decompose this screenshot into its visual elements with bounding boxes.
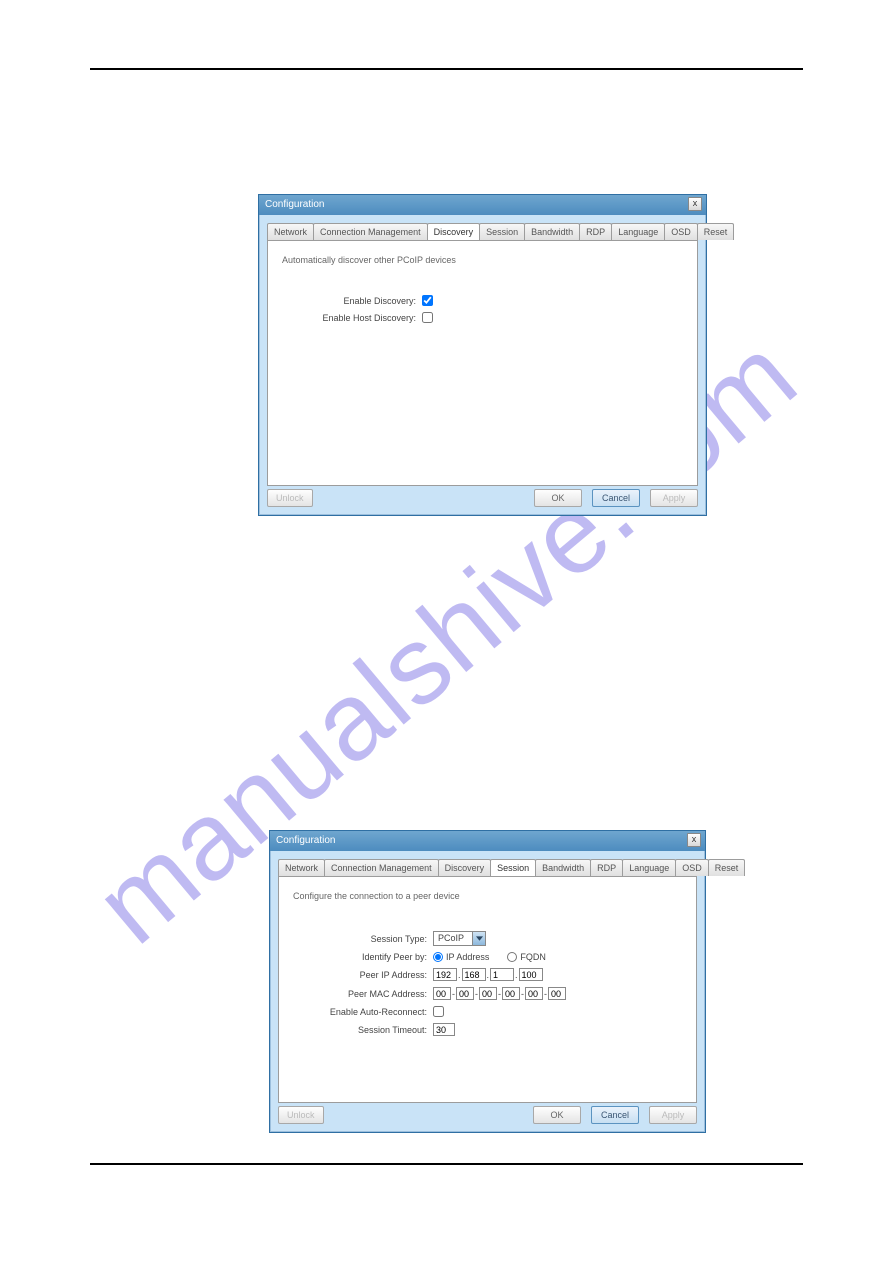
row-identify-peer-by: Identify Peer by: IP Address FQDN — [293, 952, 682, 962]
dialog-title: Configuration — [276, 835, 335, 846]
close-button[interactable]: x — [688, 197, 702, 211]
tab-strip: Network Connection Management Discovery … — [267, 223, 698, 240]
dialog-title: Configuration — [265, 199, 324, 210]
configuration-dialog-session: Configuration x Network Connection Manag… — [269, 830, 706, 1133]
row-session-type: Session Type: PCoIP — [293, 931, 682, 946]
enable-discovery-checkbox[interactable] — [422, 295, 433, 306]
fqdn-radio[interactable] — [507, 952, 517, 962]
peer-ip-octet-1[interactable] — [433, 968, 457, 981]
tab-connection-management[interactable]: Connection Management — [313, 223, 428, 240]
tab-reset[interactable]: Reset — [708, 859, 746, 876]
tab-network[interactable]: Network — [267, 223, 314, 240]
enable-discovery-label: Enable Discovery: — [282, 296, 422, 306]
top-rule — [90, 68, 803, 70]
tab-discovery[interactable]: Discovery — [427, 223, 481, 240]
tab-session[interactable]: Session — [479, 223, 525, 240]
close-icon: x — [693, 198, 698, 208]
discovery-panel: Automatically discover other PCoIP devic… — [267, 240, 698, 486]
dialog-buttons: Unlock OK Cancel Apply — [278, 1106, 697, 1124]
dash: - — [544, 989, 547, 999]
enable-auto-reconnect-label: Enable Auto-Reconnect: — [293, 1007, 433, 1017]
peer-mac-3[interactable] — [479, 987, 497, 1000]
peer-ip-octet-3[interactable] — [490, 968, 514, 981]
ip-address-radio-label[interactable]: IP Address — [433, 952, 489, 962]
cancel-button[interactable]: Cancel — [591, 1106, 639, 1124]
enable-auto-reconnect-checkbox[interactable] — [433, 1006, 444, 1017]
tab-language[interactable]: Language — [611, 223, 665, 240]
enable-host-discovery-label: Enable Host Discovery: — [282, 313, 422, 323]
dropdown-arrow-icon — [472, 932, 485, 945]
ip-address-text: IP Address — [446, 952, 489, 962]
unlock-button[interactable]: Unlock — [267, 489, 313, 507]
row-peer-ip: Peer IP Address: . . . — [293, 968, 682, 981]
apply-button[interactable]: Apply — [649, 1106, 697, 1124]
tab-reset[interactable]: Reset — [697, 223, 735, 240]
session-type-select[interactable]: PCoIP — [433, 931, 486, 946]
dialog-buttons: Unlock OK Cancel Apply — [267, 489, 698, 507]
peer-mac-1[interactable] — [433, 987, 451, 1000]
peer-mac-group: - - - - - — [433, 987, 566, 1000]
peer-mac-4[interactable] — [502, 987, 520, 1000]
identify-peer-by-group: IP Address FQDN — [433, 952, 564, 962]
ip-address-radio[interactable] — [433, 952, 443, 962]
dot: . — [515, 970, 518, 980]
cancel-button[interactable]: Cancel — [592, 489, 640, 507]
bottom-rule — [90, 1163, 803, 1165]
dash: - — [498, 989, 501, 999]
session-type-value: PCoIP — [434, 932, 472, 945]
peer-ip-label: Peer IP Address: — [293, 970, 433, 980]
tab-language[interactable]: Language — [622, 859, 676, 876]
row-peer-mac: Peer MAC Address: - - - - - — [293, 987, 682, 1000]
dash: - — [521, 989, 524, 999]
session-type-label: Session Type: — [293, 934, 433, 944]
peer-mac-2[interactable] — [456, 987, 474, 1000]
enable-host-discovery-checkbox[interactable] — [422, 312, 433, 323]
close-icon: x — [692, 834, 697, 844]
peer-mac-label: Peer MAC Address: — [293, 989, 433, 999]
tab-session[interactable]: Session — [490, 859, 536, 876]
tab-strip: Network Connection Management Discovery … — [278, 859, 697, 876]
fqdn-radio-label[interactable]: FQDN — [507, 952, 546, 962]
tab-osd[interactable]: OSD — [675, 859, 709, 876]
titlebar: Configuration x — [270, 831, 705, 851]
titlebar: Configuration x — [259, 195, 706, 215]
identify-peer-by-label: Identify Peer by: — [293, 952, 433, 962]
dash: - — [475, 989, 478, 999]
row-enable-host-discovery: Enable Host Discovery: — [282, 312, 683, 323]
peer-ip-octet-2[interactable] — [462, 968, 486, 981]
row-enable-discovery: Enable Discovery: — [282, 295, 683, 306]
dot: . — [487, 970, 490, 980]
row-auto-reconnect: Enable Auto-Reconnect: — [293, 1006, 682, 1017]
session-panel: Configure the connection to a peer devic… — [278, 876, 697, 1103]
ok-button[interactable]: OK — [534, 489, 582, 507]
tab-rdp[interactable]: RDP — [590, 859, 623, 876]
dash: - — [452, 989, 455, 999]
configuration-dialog-discovery: Configuration x Network Connection Manag… — [258, 194, 707, 516]
peer-ip-octet-4[interactable] — [519, 968, 543, 981]
tab-rdp[interactable]: RDP — [579, 223, 612, 240]
panel-description: Configure the connection to a peer devic… — [293, 891, 682, 901]
peer-mac-5[interactable] — [525, 987, 543, 1000]
tab-bandwidth[interactable]: Bandwidth — [524, 223, 580, 240]
panel-description: Automatically discover other PCoIP devic… — [282, 255, 683, 265]
dot: . — [458, 970, 461, 980]
peer-mac-6[interactable] — [548, 987, 566, 1000]
tab-network[interactable]: Network — [278, 859, 325, 876]
unlock-button[interactable]: Unlock — [278, 1106, 324, 1124]
fqdn-text: FQDN — [520, 952, 546, 962]
session-timeout-label: Session Timeout: — [293, 1025, 433, 1035]
session-timeout-input[interactable] — [433, 1023, 455, 1036]
ok-button[interactable]: OK — [533, 1106, 581, 1124]
tab-discovery[interactable]: Discovery — [438, 859, 492, 876]
apply-button[interactable]: Apply — [650, 489, 698, 507]
tab-connection-management[interactable]: Connection Management — [324, 859, 439, 876]
close-button[interactable]: x — [687, 833, 701, 847]
tab-osd[interactable]: OSD — [664, 223, 698, 240]
peer-ip-group: . . . — [433, 968, 543, 981]
tab-bandwidth[interactable]: Bandwidth — [535, 859, 591, 876]
row-session-timeout: Session Timeout: — [293, 1023, 682, 1036]
